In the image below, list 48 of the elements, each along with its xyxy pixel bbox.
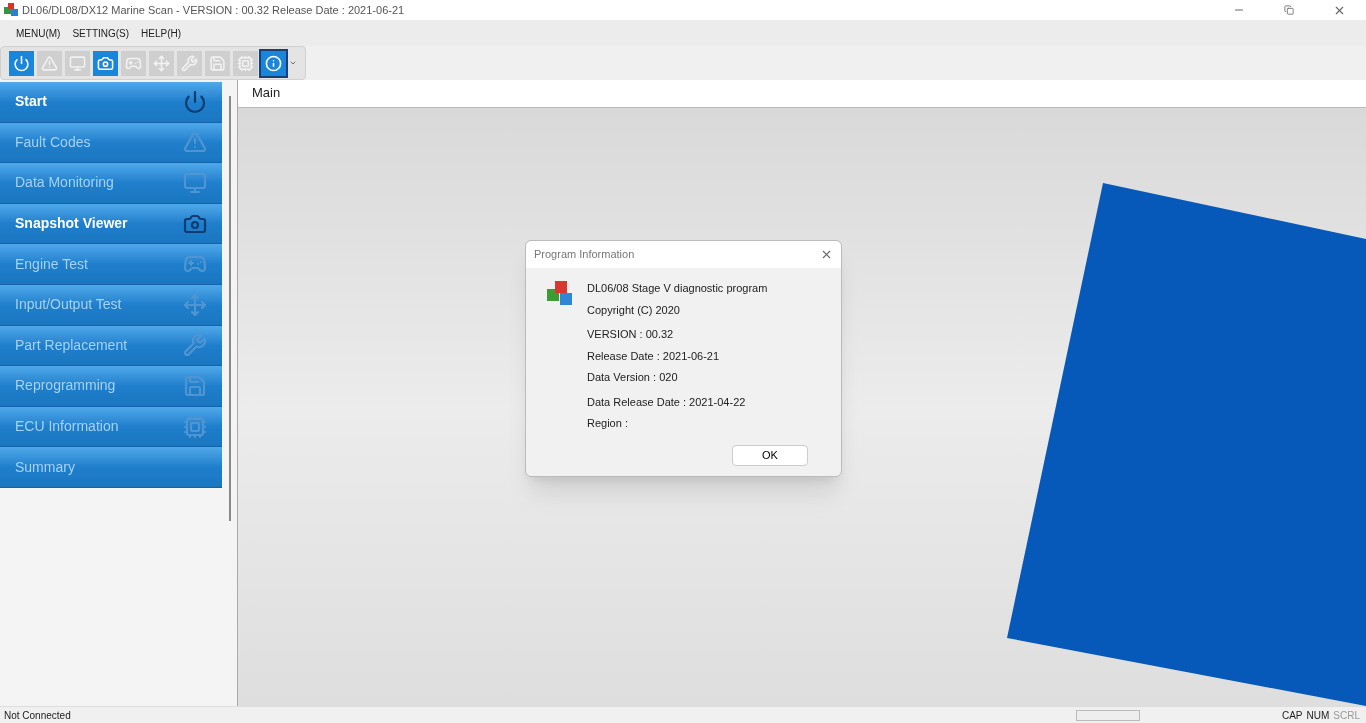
camera-icon — [97, 54, 114, 72]
sidebar-item[interactable]: Start — [0, 82, 222, 123]
blocks-logo-icon — [547, 280, 575, 308]
info-icon — [265, 54, 282, 72]
sidebar-item[interactable]: Data Monitoring — [0, 163, 222, 204]
info-line: Data Version : 020 — [587, 370, 679, 385]
sidebar-item[interactable]: Engine Test — [0, 244, 222, 285]
warning-icon — [183, 130, 207, 155]
toolbar-button[interactable] — [261, 50, 286, 76]
key-indicator: SCRL — [1332, 708, 1361, 723]
monitor-icon — [183, 171, 207, 195]
arrows-icon — [153, 54, 170, 72]
window-title: DL06/DL08/DX12 Marine Scan - VERSION : 00.32 Release Date : 2021-06-21 — [22, 2, 405, 18]
info-line: Region : — [587, 416, 629, 431]
main-tab[interactable]: Main — [252, 82, 281, 102]
sidebar-item[interactable]: Fault Codes — [0, 122, 222, 164]
sidebar-item[interactable]: Summary — [0, 447, 222, 488]
sidebar-item[interactable]: Reprogramming — [0, 366, 222, 407]
sidebar-item[interactable]: Input/Output Test — [0, 284, 222, 326]
arrows-icon — [183, 292, 207, 317]
app-logo-icon — [4, 3, 18, 17]
close-icon[interactable] — [820, 248, 833, 261]
wrench-icon — [181, 54, 198, 72]
info-line: DL06/08 Stage V diagnostic program — [587, 281, 768, 296]
power-icon — [183, 89, 207, 114]
monitor-icon — [69, 54, 86, 72]
key-indicator: CAP — [1280, 708, 1304, 723]
menu-item[interactable]: MENU(M) — [16, 25, 61, 41]
power-icon — [13, 54, 30, 72]
chip-icon — [183, 414, 207, 439]
info-line: VERSION : 00.32 — [587, 327, 675, 342]
key-indicator: NUM — [1305, 708, 1331, 723]
menu-item[interactable]: SETTING(S) — [72, 25, 130, 41]
info-line: Copyright (C) 2020 — [587, 302, 681, 318]
sidebar-item[interactable]: ECU Information — [0, 406, 222, 448]
ok-button[interactable]: OK — [732, 445, 808, 466]
sidebar-item[interactable]: Snapshot Viewer — [0, 203, 222, 245]
info-line: Release Date : 2021-06-21 — [587, 348, 721, 364]
restore-icon — [1284, 5, 1294, 15]
overflow-caret-icon[interactable] — [289, 59, 297, 67]
dialog-title: Program Information — [534, 247, 635, 263]
wrench-icon — [183, 333, 207, 358]
warning-icon — [41, 54, 58, 72]
chip-icon — [237, 54, 254, 72]
menu-item[interactable]: HELP(H) — [141, 25, 182, 41]
sidebar-item[interactable]: Part Replacement — [0, 325, 222, 367]
info-line: Data Release Date : 2021-04-22 — [587, 394, 747, 410]
connection-status: Not Connected — [4, 708, 71, 723]
